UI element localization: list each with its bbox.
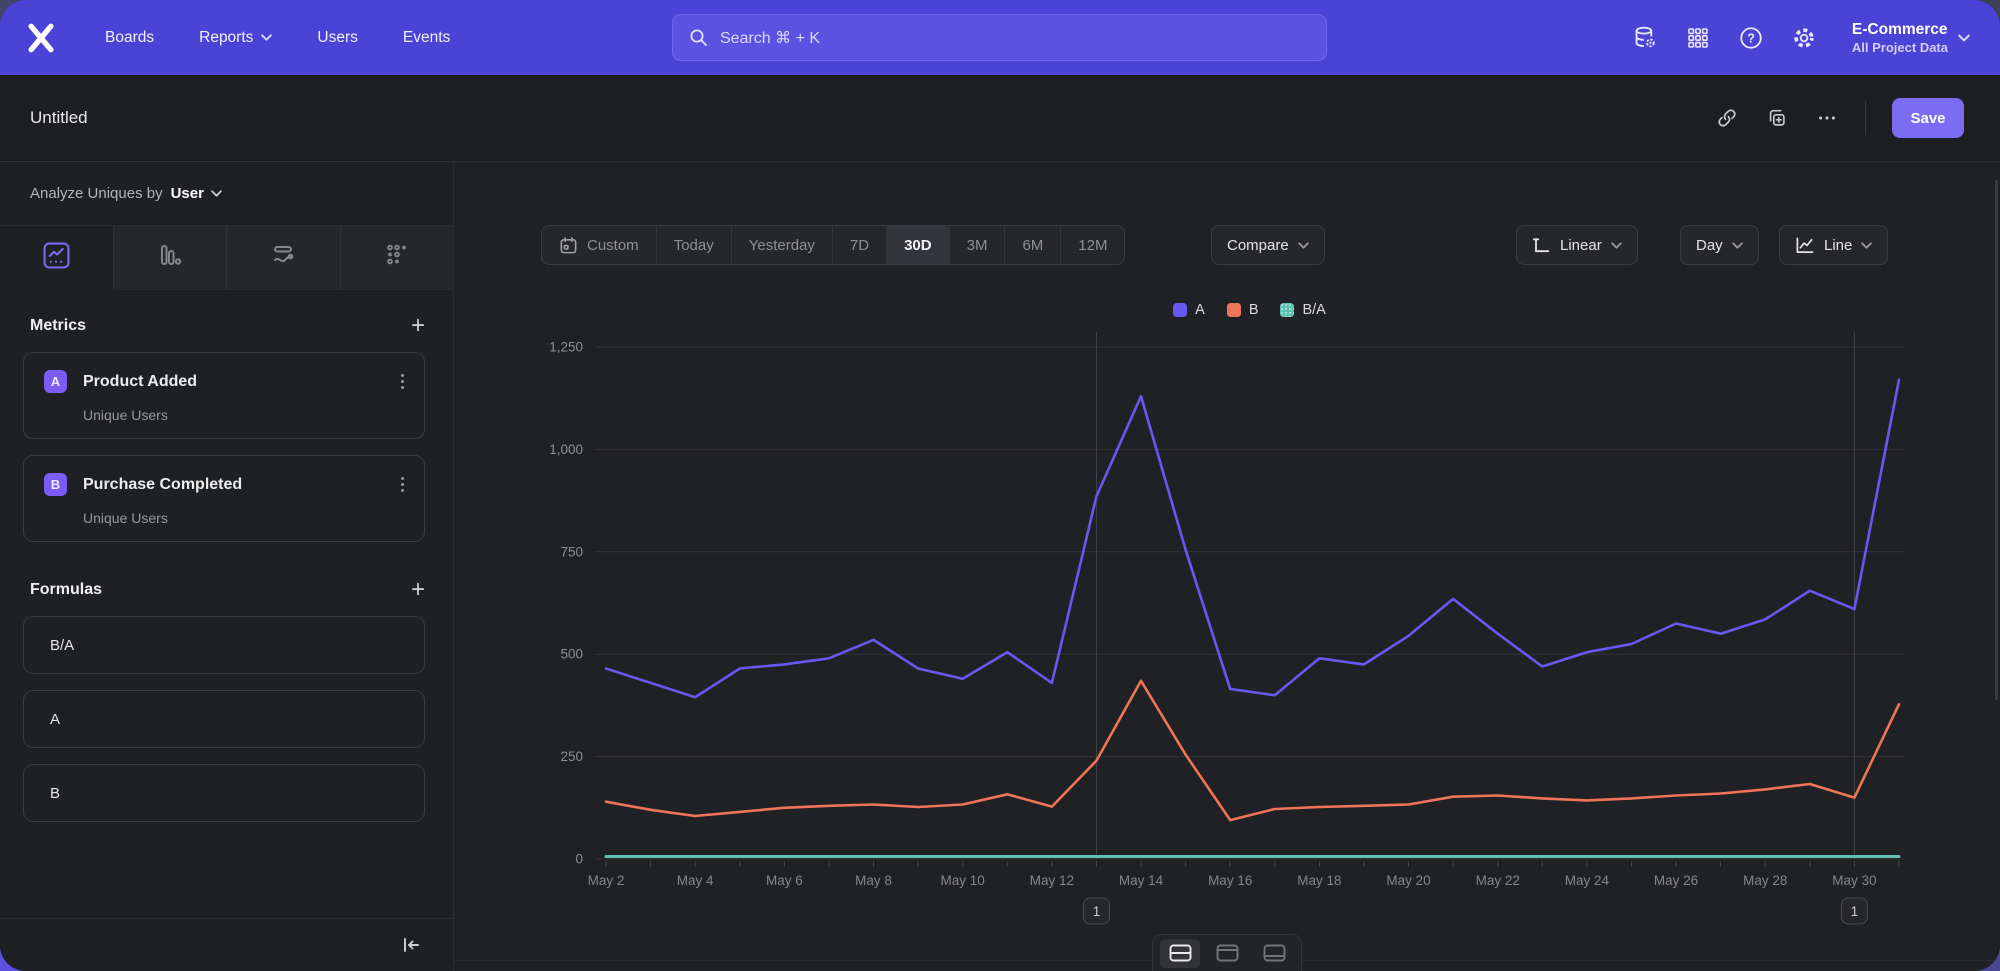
nav-item-users[interactable]: Users bbox=[317, 29, 357, 47]
metric-card-a[interactable]: A Product Added Unique Users bbox=[23, 352, 425, 439]
svg-text:May 10: May 10 bbox=[941, 873, 985, 888]
svg-text:1,250: 1,250 bbox=[549, 340, 583, 355]
analyze-row: Analyze Uniques by User bbox=[0, 162, 453, 226]
apps-grid-icon[interactable] bbox=[1685, 25, 1711, 51]
metric-name: Purchase Completed bbox=[83, 476, 242, 494]
svg-text:May 4: May 4 bbox=[677, 873, 714, 888]
svg-text:May 16: May 16 bbox=[1208, 873, 1252, 888]
formula-card[interactable]: A bbox=[23, 690, 425, 748]
duplicate-icon[interactable] bbox=[1765, 106, 1789, 130]
metric-badge-b: B bbox=[44, 473, 67, 496]
svg-text:May 18: May 18 bbox=[1297, 873, 1341, 888]
tab-retention[interactable] bbox=[340, 226, 454, 289]
layout-table-view-button[interactable] bbox=[1254, 939, 1294, 968]
top-nav: Boards Reports Users Events Search ⌘ + K bbox=[0, 0, 2000, 75]
project-subtitle: All Project Data bbox=[1852, 40, 1948, 55]
metric-options-icon[interactable] bbox=[399, 475, 406, 494]
bar-chart-icon bbox=[157, 242, 183, 273]
collapse-sidebar-icon[interactable] bbox=[401, 936, 421, 954]
formula-card[interactable]: B/A bbox=[23, 616, 425, 674]
svg-text:1,000: 1,000 bbox=[549, 442, 583, 457]
svg-text:500: 500 bbox=[560, 647, 583, 662]
search-input[interactable]: Search ⌘ + K bbox=[672, 14, 1327, 61]
metrics-title: Metrics bbox=[30, 317, 86, 335]
nav-item-boards[interactable]: Boards bbox=[105, 29, 154, 47]
tab-funnels[interactable] bbox=[113, 226, 227, 289]
nav-right: ? E-Commerce All Project Data bbox=[1632, 0, 1970, 75]
svg-text:?: ? bbox=[1747, 31, 1755, 45]
tab-flows[interactable] bbox=[226, 226, 340, 289]
sidebar-footer bbox=[0, 918, 453, 971]
flows-icon bbox=[269, 241, 297, 274]
chevron-down-icon bbox=[211, 190, 222, 197]
settings-gear-icon[interactable] bbox=[1791, 25, 1817, 51]
svg-text:May 24: May 24 bbox=[1565, 873, 1610, 888]
svg-text:May 20: May 20 bbox=[1386, 873, 1430, 888]
nav-item-reports[interactable]: Reports bbox=[199, 29, 272, 47]
insights-chart-icon bbox=[43, 242, 70, 274]
svg-text:0: 0 bbox=[575, 852, 583, 867]
divider bbox=[1865, 101, 1866, 135]
nav-item-events[interactable]: Events bbox=[403, 29, 450, 47]
trend-chart-svg: 0 250 500 750 1,000 1,250 May 2 May 4 May 6 May 8… bbox=[454, 162, 2000, 971]
svg-text:1: 1 bbox=[1851, 904, 1859, 919]
metric-badge-a: A bbox=[44, 370, 67, 393]
metric-options-icon[interactable] bbox=[399, 372, 406, 391]
report-header: Untitled Save bbox=[0, 75, 2000, 162]
svg-text:250: 250 bbox=[560, 749, 583, 764]
formula-card[interactable]: B bbox=[23, 764, 425, 822]
project-name: E-Commerce bbox=[1852, 20, 1948, 39]
query-sidebar: Analyze Uniques by User bbox=[0, 162, 454, 971]
formulas-title: Formulas bbox=[30, 581, 102, 599]
analyze-by-dropdown[interactable]: User bbox=[171, 185, 222, 202]
analyze-label: Analyze Uniques by bbox=[30, 185, 163, 202]
help-icon[interactable]: ? bbox=[1738, 25, 1764, 51]
add-metric-button[interactable]: + bbox=[411, 316, 425, 336]
svg-text:May 30: May 30 bbox=[1832, 873, 1876, 888]
layout-chart-view-button[interactable] bbox=[1207, 939, 1247, 968]
svg-text:May 8: May 8 bbox=[855, 873, 892, 888]
report-title[interactable]: Untitled bbox=[30, 108, 88, 128]
svg-text:May 6: May 6 bbox=[766, 873, 803, 888]
svg-text:May 12: May 12 bbox=[1030, 873, 1074, 888]
svg-text:1: 1 bbox=[1093, 904, 1101, 919]
vertical-scrollbar[interactable] bbox=[1995, 180, 1998, 700]
chevron-down-icon bbox=[1958, 34, 1970, 42]
retention-dots-icon bbox=[384, 242, 410, 273]
metric-measure[interactable]: Unique Users bbox=[83, 407, 406, 423]
svg-text:May 22: May 22 bbox=[1476, 873, 1520, 888]
search-icon bbox=[689, 28, 708, 47]
more-options-icon[interactable] bbox=[1815, 106, 1839, 130]
data-management-icon[interactable] bbox=[1632, 25, 1658, 51]
metric-measure[interactable]: Unique Users bbox=[83, 510, 406, 526]
svg-text:750: 750 bbox=[560, 544, 583, 559]
metric-card-b[interactable]: B Purchase Completed Unique Users bbox=[23, 455, 425, 542]
svg-text:May 26: May 26 bbox=[1654, 873, 1698, 888]
project-selector[interactable]: E-Commerce All Project Data bbox=[1852, 20, 1970, 54]
report-canvas: Custom Today Yesterday 7D 30D 3M 6M 12M … bbox=[454, 162, 2000, 971]
trend-chart[interactable]: 0 250 500 750 1,000 1,250 May 2 May 4 May 6 May 8… bbox=[454, 162, 2000, 971]
visualization-tabs bbox=[0, 226, 453, 290]
save-button[interactable]: Save bbox=[1892, 98, 1964, 138]
layout-toolbar bbox=[1152, 934, 1302, 971]
mixpanel-logo-icon[interactable] bbox=[23, 19, 59, 57]
copy-link-icon[interactable] bbox=[1715, 106, 1739, 130]
svg-text:May 2: May 2 bbox=[588, 873, 625, 888]
svg-text:May 14: May 14 bbox=[1119, 873, 1164, 888]
app-window: Boards Reports Users Events Search ⌘ + K bbox=[0, 0, 2000, 971]
metric-name: Product Added bbox=[83, 373, 197, 391]
nav-items: Boards Reports Users Events bbox=[105, 29, 450, 47]
tab-insights[interactable] bbox=[0, 226, 113, 290]
svg-text:May 28: May 28 bbox=[1743, 873, 1787, 888]
add-formula-button[interactable]: + bbox=[411, 580, 425, 600]
search-placeholder: Search ⌘ + K bbox=[720, 28, 820, 48]
chevron-down-icon bbox=[261, 34, 272, 41]
layout-split-view-button[interactable] bbox=[1160, 939, 1200, 968]
